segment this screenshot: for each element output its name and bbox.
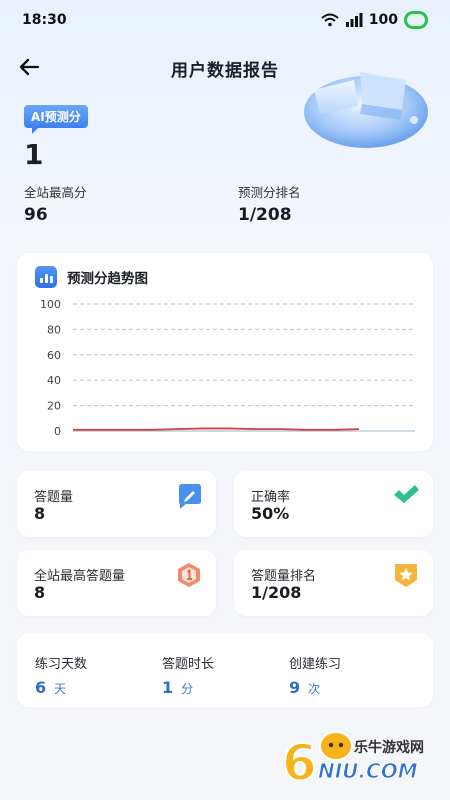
card-value: 8 <box>34 583 46 602</box>
signal-icon <box>345 13 363 27</box>
pencil-badge-icon <box>179 484 201 509</box>
y-tick-label: 20 <box>47 400 61 413</box>
predicted-score-rank: 预测分排名 1/208 <box>238 182 301 225</box>
battery-icon <box>404 11 428 29</box>
practice-unit: 天 <box>54 682 67 696</box>
y-tick-label: 80 <box>47 323 61 336</box>
stat-value: 1/208 <box>238 205 292 225</box>
watermark-digit: 6 <box>282 734 317 788</box>
y-tick-label: 40 <box>47 374 61 387</box>
watermark-logo: 6 乐牛游戏网 NIU.COM <box>282 731 424 788</box>
checkmark-icon <box>394 485 419 503</box>
ai-score-value: 1 <box>24 138 44 171</box>
practice-unit: 次 <box>308 682 321 696</box>
y-tick-label: 100 <box>40 298 61 311</box>
created-practices: 创建练习 9次 <box>289 653 341 697</box>
battery-level: 100 <box>368 12 398 28</box>
card-label: 正确率 <box>251 490 291 505</box>
pie-chart-illustration <box>304 72 428 148</box>
card-value: 1/208 <box>251 583 302 602</box>
stat-label: 预测分排名 <box>238 185 301 200</box>
practice-label: 创建练习 <box>289 657 342 672</box>
trend-chart-card: 预测分趋势图 0 20 40 60 80 100 <box>17 253 433 451</box>
series-line <box>73 427 360 431</box>
practice-value: 9 <box>289 678 301 697</box>
wifi-icon <box>321 13 339 27</box>
answer-count-card: 答题量 8 <box>17 471 216 537</box>
card-value: 50% <box>251 504 290 523</box>
y-tick-label: 60 <box>47 349 61 362</box>
accuracy-card: 正确率 50% <box>234 471 433 537</box>
trend-chart: 0 20 40 60 80 100 <box>40 298 415 438</box>
watermark-domain: NIU.COM <box>318 759 418 783</box>
answer-rank-card: 答题量排名 1/208 <box>234 550 433 616</box>
card-label: 答题量 <box>34 490 74 505</box>
practice-days: 练习天数 6天 <box>35 653 87 697</box>
medal-one-icon <box>178 563 200 587</box>
watermark-brand: 乐牛游戏网 <box>354 739 424 756</box>
site-highest-score: 全站最高分 96 <box>24 182 87 225</box>
status-bar: 18:30 100 <box>0 0 450 40</box>
practice-label: 练习天数 <box>35 657 88 672</box>
card-label: 答题量排名 <box>251 569 317 584</box>
practice-unit: 分 <box>181 682 194 696</box>
ai-score-badge: AI预测分 <box>24 105 88 134</box>
practice-value: 6 <box>35 678 47 697</box>
stat-label: 全站最高分 <box>24 185 87 200</box>
site-highest-answers-card: 全站最高答题量 8 <box>17 550 216 616</box>
status-time: 18:30 <box>22 12 67 28</box>
y-tick-label: 0 <box>54 425 61 438</box>
practice-value: 1 <box>162 678 174 697</box>
answer-duration: 答题时长 1分 <box>162 653 214 697</box>
card-value: 8 <box>34 504 46 523</box>
practice-summary-card: 练习天数 6天 答题时长 1分 创建练习 9次 <box>17 633 433 707</box>
star-badge-icon <box>395 564 417 587</box>
card-label: 全站最高答题量 <box>34 569 126 584</box>
practice-label: 答题时长 <box>162 657 215 672</box>
stat-value: 96 <box>24 205 48 225</box>
status-icons: 100 <box>321 11 428 29</box>
